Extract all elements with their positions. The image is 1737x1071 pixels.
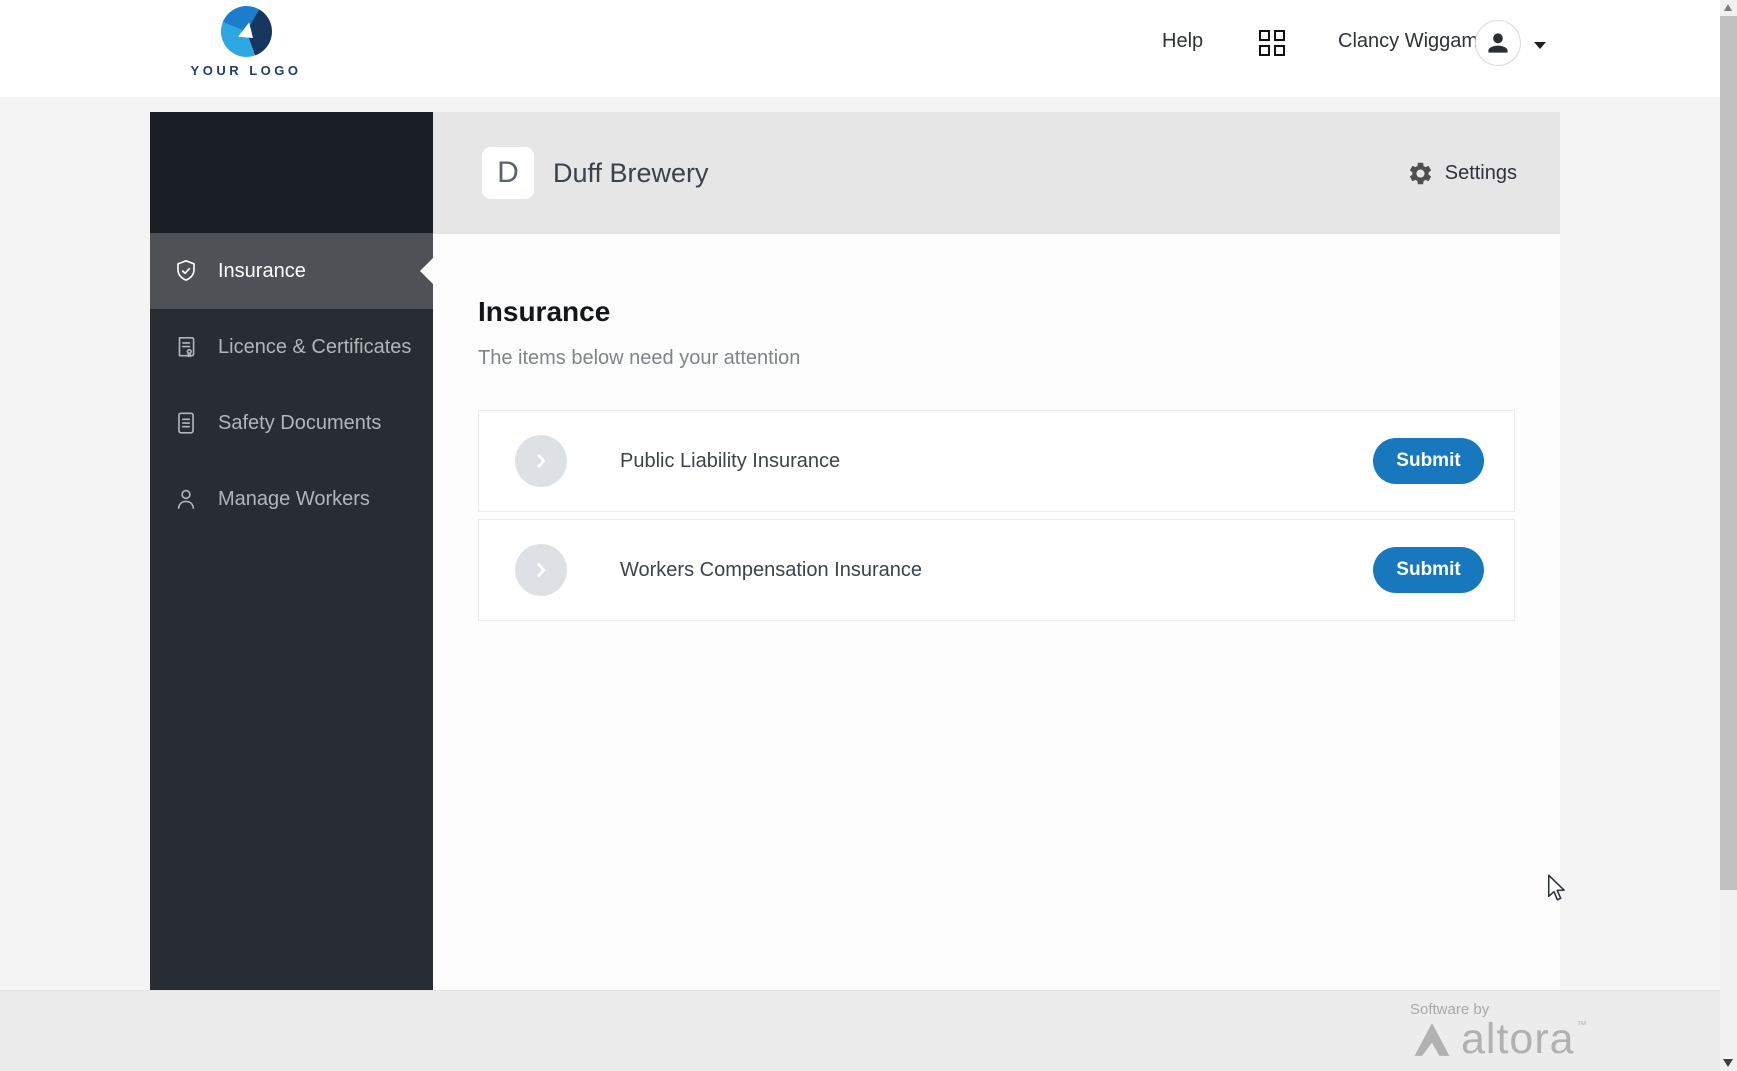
page-subtitle: The items below need your attention: [478, 347, 1560, 370]
logo[interactable]: YOUR LOGO: [192, 6, 300, 78]
scroll-up-arrow-icon[interactable]: [1724, 4, 1732, 11]
sidebar: Insurance Licence & Certificates: [150, 112, 433, 990]
sidebar-item-label: Insurance: [218, 260, 306, 283]
active-item-notch: [420, 258, 433, 284]
sidebar-header-block: [150, 112, 433, 233]
expand-item-button[interactable]: [515, 435, 567, 487]
sidebar-item-label: Licence & Certificates: [218, 336, 411, 359]
sidebar-item-manage-workers[interactable]: Manage Workers: [150, 461, 433, 537]
list-item-public-liability: Public Liability Insurance Submit: [478, 410, 1515, 512]
sidebar-item-label: Safety Documents: [218, 412, 381, 435]
user-avatar[interactable]: [1475, 20, 1521, 66]
document-icon: [173, 410, 199, 436]
vertical-scrollbar: [1720, 0, 1737, 1071]
company-name: Duff Brewery: [553, 158, 709, 189]
chevron-down-icon[interactable]: [1534, 42, 1546, 49]
trademark: ™: [1577, 1020, 1587, 1031]
submit-button[interactable]: Submit: [1373, 547, 1484, 593]
logo-swirl-icon: [221, 6, 272, 57]
chevron-right-icon: [530, 450, 552, 472]
sidebar-item-label: Manage Workers: [218, 488, 370, 511]
scroll-down-arrow-icon[interactable]: [1723, 1059, 1733, 1067]
sidebar-item-safety-documents[interactable]: Safety Documents: [150, 385, 433, 461]
expand-item-button[interactable]: [515, 544, 567, 596]
footer: Software by altora ™: [0, 990, 1720, 1071]
mountain-icon: [1410, 1020, 1454, 1058]
company-avatar: D: [482, 147, 534, 199]
list-item-workers-compensation: Workers Compensation Insurance Submit: [478, 519, 1515, 621]
brand-name: altora: [1461, 1020, 1575, 1058]
sidebar-item-licence-certificates[interactable]: Licence & Certificates: [150, 309, 433, 385]
item-label: Public Liability Insurance: [620, 450, 840, 473]
help-link[interactable]: Help: [1162, 30, 1203, 53]
user-name[interactable]: Clancy Wiggam: [1338, 30, 1478, 53]
company-header: D Duff Brewery Settings: [433, 112, 1560, 234]
sidebar-item-insurance[interactable]: Insurance: [150, 233, 433, 309]
sidebar-nav: Insurance Licence & Certificates: [150, 233, 433, 537]
logo-text: YOUR LOGO: [191, 63, 302, 78]
chevron-right-icon: [530, 559, 552, 581]
person-icon: [1484, 29, 1512, 57]
gear-icon: [1407, 160, 1434, 187]
top-bar: YOUR LOGO Help Clancy Wiggam: [0, 0, 1720, 97]
certificate-icon: [173, 334, 199, 360]
content-panel: D Duff Brewery Settings Insurance The it…: [433, 112, 1560, 990]
page: YOUR LOGO Help Clancy Wiggam: [0, 0, 1737, 1071]
apps-grid-icon[interactable]: [1259, 30, 1286, 57]
scrollbar-thumb[interactable]: [1720, 16, 1737, 890]
footer-brand: Software by altora ™: [1410, 1001, 1587, 1058]
item-label: Workers Compensation Insurance: [620, 559, 922, 582]
attention-item-list: Public Liability Insurance Submit Worker…: [478, 410, 1515, 621]
content-body: Insurance The items below need your atte…: [433, 234, 1560, 621]
settings-button[interactable]: Settings: [1407, 160, 1517, 187]
page-title: Insurance: [478, 296, 1560, 328]
submit-button[interactable]: Submit: [1373, 438, 1484, 484]
shield-check-icon: [173, 258, 199, 284]
person-outline-icon: [173, 486, 199, 512]
settings-label: Settings: [1445, 162, 1517, 185]
